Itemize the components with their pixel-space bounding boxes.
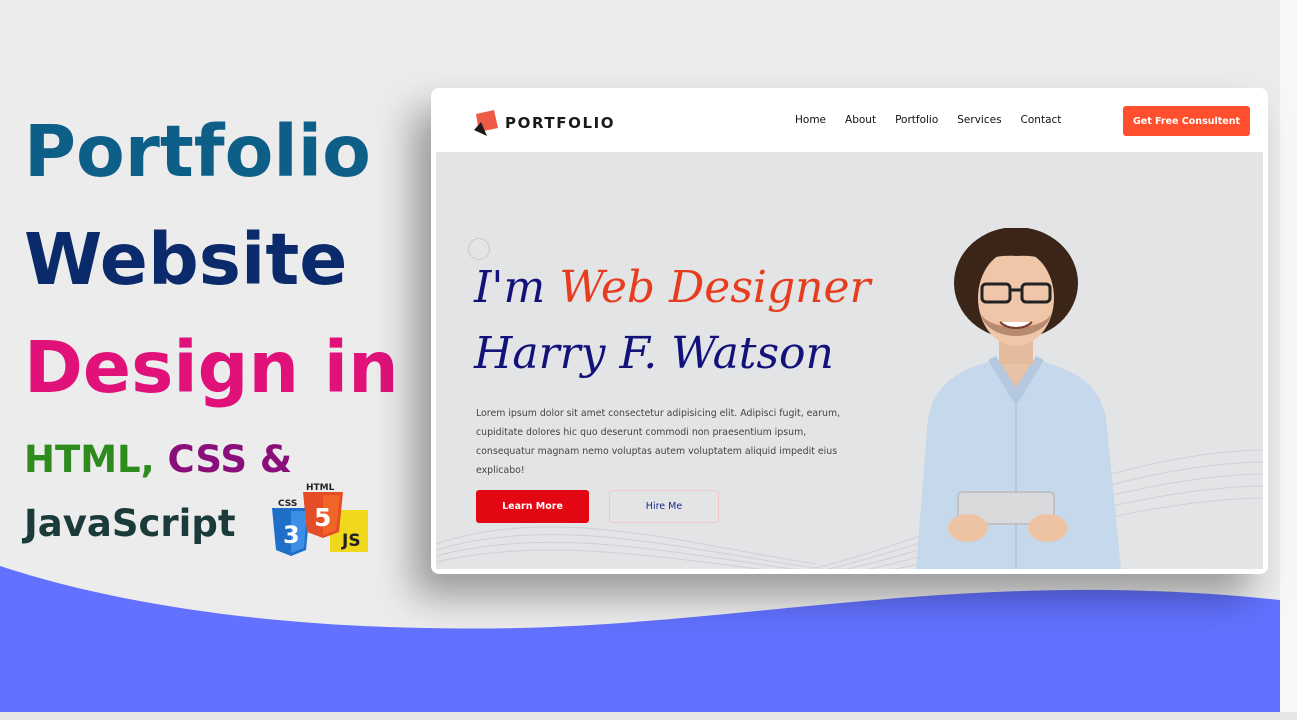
brand-logo-icon [474, 110, 498, 136]
tech-javascript: JavaScript [24, 502, 236, 545]
website-mockup: PORTFOLIO Home About Portfolio Services … [431, 88, 1268, 574]
headline-line-3: Design in [24, 326, 399, 409]
js-logo-label: JS [341, 531, 361, 551]
html5-logo-icon: HTML 5 [303, 483, 343, 538]
html-logo-number: 5 [314, 503, 331, 532]
tech-logos: JS CSS 3 HTML 5 [272, 483, 368, 556]
bottom-margin [0, 712, 1297, 720]
hero-title: I'm Web Designer [474, 262, 871, 313]
headline-line-2: Website [24, 218, 348, 301]
headline: Portfolio Website Design in [24, 98, 399, 422]
site-navbar: PORTFOLIO Home About Portfolio Services … [431, 88, 1268, 152]
hero-description: Lorem ipsum dolor sit amet consectetur a… [476, 408, 841, 476]
right-margin [1280, 0, 1297, 720]
nav-menu: Home About Portfolio Services Contact [795, 114, 1080, 126]
tech-html: HTML, [24, 438, 155, 481]
html-logo-label: HTML [306, 483, 335, 493]
tech-line-1: HTML, CSS & [24, 438, 292, 481]
nav-link-portfolio[interactable]: Portfolio [895, 114, 938, 126]
nav-link-services[interactable]: Services [957, 114, 1001, 126]
css3-logo-icon: CSS 3 [272, 499, 310, 556]
get-free-consultent-button[interactable]: Get Free Consultent [1123, 106, 1250, 136]
nav-link-about[interactable]: About [845, 114, 876, 126]
hero-im: I'm [474, 262, 546, 313]
nav-link-contact[interactable]: Contact [1021, 114, 1062, 126]
hero-person-image [916, 228, 1121, 569]
nav-link-home[interactable]: Home [795, 114, 826, 126]
css-logo-label: CSS [278, 499, 297, 509]
headline-line-1: Portfolio [24, 110, 371, 193]
decor-ring-icon [468, 238, 490, 260]
css-logo-number: 3 [283, 521, 300, 549]
hero-name: Harry F. Watson [474, 328, 834, 379]
hire-me-button[interactable]: Hire Me [609, 490, 719, 523]
hero-section: I'm Web Designer Harry F. Watson Lorem i… [436, 152, 1263, 569]
hero-role: Web Designer [559, 262, 871, 313]
tech-css: CSS [167, 438, 248, 481]
site-brand[interactable]: PORTFOLIO [473, 108, 615, 138]
brand-name: PORTFOLIO [505, 114, 616, 132]
learn-more-button[interactable]: Learn More [476, 490, 589, 523]
tech-amp: & [259, 438, 293, 481]
